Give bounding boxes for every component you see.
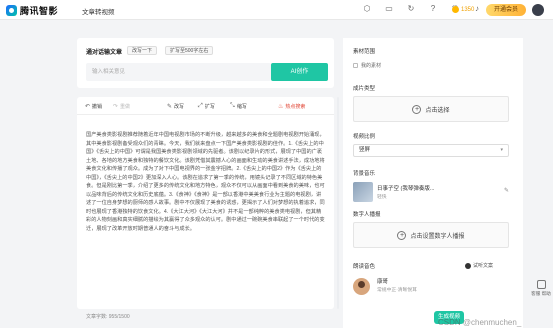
coin-balance[interactable]: 1350: [452, 6, 474, 13]
prompt-input[interactable]: 输入相关意见: [86, 63, 271, 81]
refresh-icon[interactable]: ↻: [406, 4, 416, 14]
plus-icon: +: [412, 104, 422, 114]
vip-button[interactable]: 开通会员: [486, 4, 526, 16]
rewrite-label: 改写: [174, 104, 185, 110]
expand-icon: ⤢: [198, 103, 203, 109]
customer-service-icon: [536, 280, 546, 289]
narrator-description: 常规中正·清晰悦耳: [377, 288, 417, 293]
hot-search-button[interactable]: ♨ 热点搜索: [278, 103, 305, 110]
music-subtitle: 轻快: [377, 195, 387, 200]
suggestion-chip-rewrite[interactable]: 改写一下: [127, 46, 158, 55]
music-card[interactable]: 日事子空 (我琴弹奏版... 轻快 ✎: [353, 181, 509, 203]
digital-human-label: 数字人播报: [353, 212, 381, 218]
redo-button[interactable]: ↷ 重做: [113, 103, 130, 110]
suggestion-chip-expand[interactable]: 扩写至500字左右: [165, 46, 214, 55]
undo-icon: ↶: [85, 104, 91, 110]
expand-label: 扩写: [204, 104, 215, 110]
narrator-label: 朗读音色: [353, 264, 376, 270]
ratio-select[interactable]: 竖屏 ▾: [353, 144, 509, 157]
checkbox-icon: [353, 63, 358, 68]
condense-label: 缩写: [236, 104, 247, 110]
narrator-avatar: [353, 277, 370, 295]
ratio-value: 竖屏: [359, 147, 371, 153]
music-thumbnail: [353, 182, 373, 202]
redo-label: 重做: [120, 104, 131, 110]
page-title: 文章转视频: [82, 9, 115, 16]
chevron-down-icon: ▾: [500, 147, 503, 153]
cover-label: 成片类型: [353, 86, 376, 92]
left-column: [0, 21, 74, 328]
user-avatar[interactable]: [532, 4, 544, 16]
play-icon: [465, 262, 471, 269]
my-materials-label: 我的素材: [361, 63, 382, 69]
condense-button[interactable]: ⤡ 缩写: [230, 103, 247, 110]
help-rail[interactable]: 客服 帮助: [531, 280, 551, 310]
settings-panel: 素材范围 我的素材 成片类型 + 点击选择 视频比例 竖屏 ▾ 背景音乐 日事子…: [343, 38, 523, 328]
cover-select-button[interactable]: + 点击选择: [353, 96, 509, 122]
editor-scrollbar[interactable]: [337, 97, 339, 309]
ai-prompt-card: 通对话输文章 改写一下 扩写至500字左右 输入相关意见 AI创作: [77, 38, 334, 88]
narrator-card[interactable]: 康哥 常规中正·清晰悦耳: [353, 275, 509, 297]
brand-name: 腾讯智影: [20, 6, 59, 16]
cover-select-label: 点击选择: [425, 107, 450, 114]
digital-human-button[interactable]: + 点击设置数字人播报: [353, 222, 509, 248]
hot-search-label: 热点搜索: [285, 104, 306, 110]
help-icon[interactable]: ?: [428, 4, 438, 14]
undo-label: 撤销: [92, 104, 103, 110]
top-bar: 腾讯智影 文章转视频 ⬡ ▭ ↻ ? ♛ ♪ 1350 开通会员: [0, 0, 553, 20]
music-title: 日事子空 (我琴弹奏版...: [377, 186, 435, 192]
edit-icon[interactable]: ✎: [504, 187, 509, 194]
narrator-name: 康哥: [377, 279, 389, 285]
coin-icon: [452, 6, 459, 13]
ratio-label: 视频比例: [353, 134, 376, 140]
editor-toolbar: ↶ 撤销 ↷ 重做 ✎ 改写 ⤢ 扩写 ⤡ 缩写 ♨ 热点搜索: [77, 97, 334, 115]
watermark: CSDN @chenmuchen_: [438, 318, 522, 327]
help-label: 客服 帮助: [531, 291, 551, 296]
condense-icon: ⤡: [230, 103, 235, 109]
music-label: 背景音乐: [353, 171, 376, 177]
plus-icon: +: [397, 230, 407, 240]
prompt-title: 通对话输文章: [86, 50, 123, 56]
undo-button[interactable]: ↶ 撤销: [85, 103, 102, 110]
logo-icon: [6, 5, 17, 16]
coin-count: 1350: [461, 6, 475, 13]
listen-label: 试听文案: [473, 263, 494, 269]
brand-logo[interactable]: 腾讯智影: [6, 4, 58, 17]
rewrite-button[interactable]: ✎ 改写: [167, 103, 184, 110]
rewrite-icon: ✎: [167, 104, 173, 110]
word-count: 文章字数: 955/1500: [86, 314, 130, 320]
cube-icon[interactable]: ⬡: [362, 4, 372, 14]
monitor-icon[interactable]: ▭: [384, 4, 394, 14]
my-materials-checkbox[interactable]: 我的素材: [353, 62, 381, 69]
redo-icon: ↷: [113, 104, 119, 110]
flame-icon: ♨: [278, 104, 284, 110]
ai-create-button[interactable]: AI创作: [271, 63, 328, 81]
article-text[interactable]: 国产美食类影视剧推荐随着近年中国电视剧市场的不断升级，越来越多的美食和全题剧电视…: [86, 131, 326, 301]
article-editor: ↶ 撤销 ↷ 重做 ✎ 改写 ⤢ 扩写 ⤡ 缩写 ♨ 热点搜索 国产美食类影视剧…: [77, 97, 334, 309]
expand-button[interactable]: ⤢ 扩写: [198, 103, 215, 110]
material-scope-label: 素材范围: [353, 49, 376, 55]
listen-button[interactable]: 试听文案: [465, 262, 493, 269]
digital-human-add-label: 点击设置数字人播报: [410, 233, 465, 240]
